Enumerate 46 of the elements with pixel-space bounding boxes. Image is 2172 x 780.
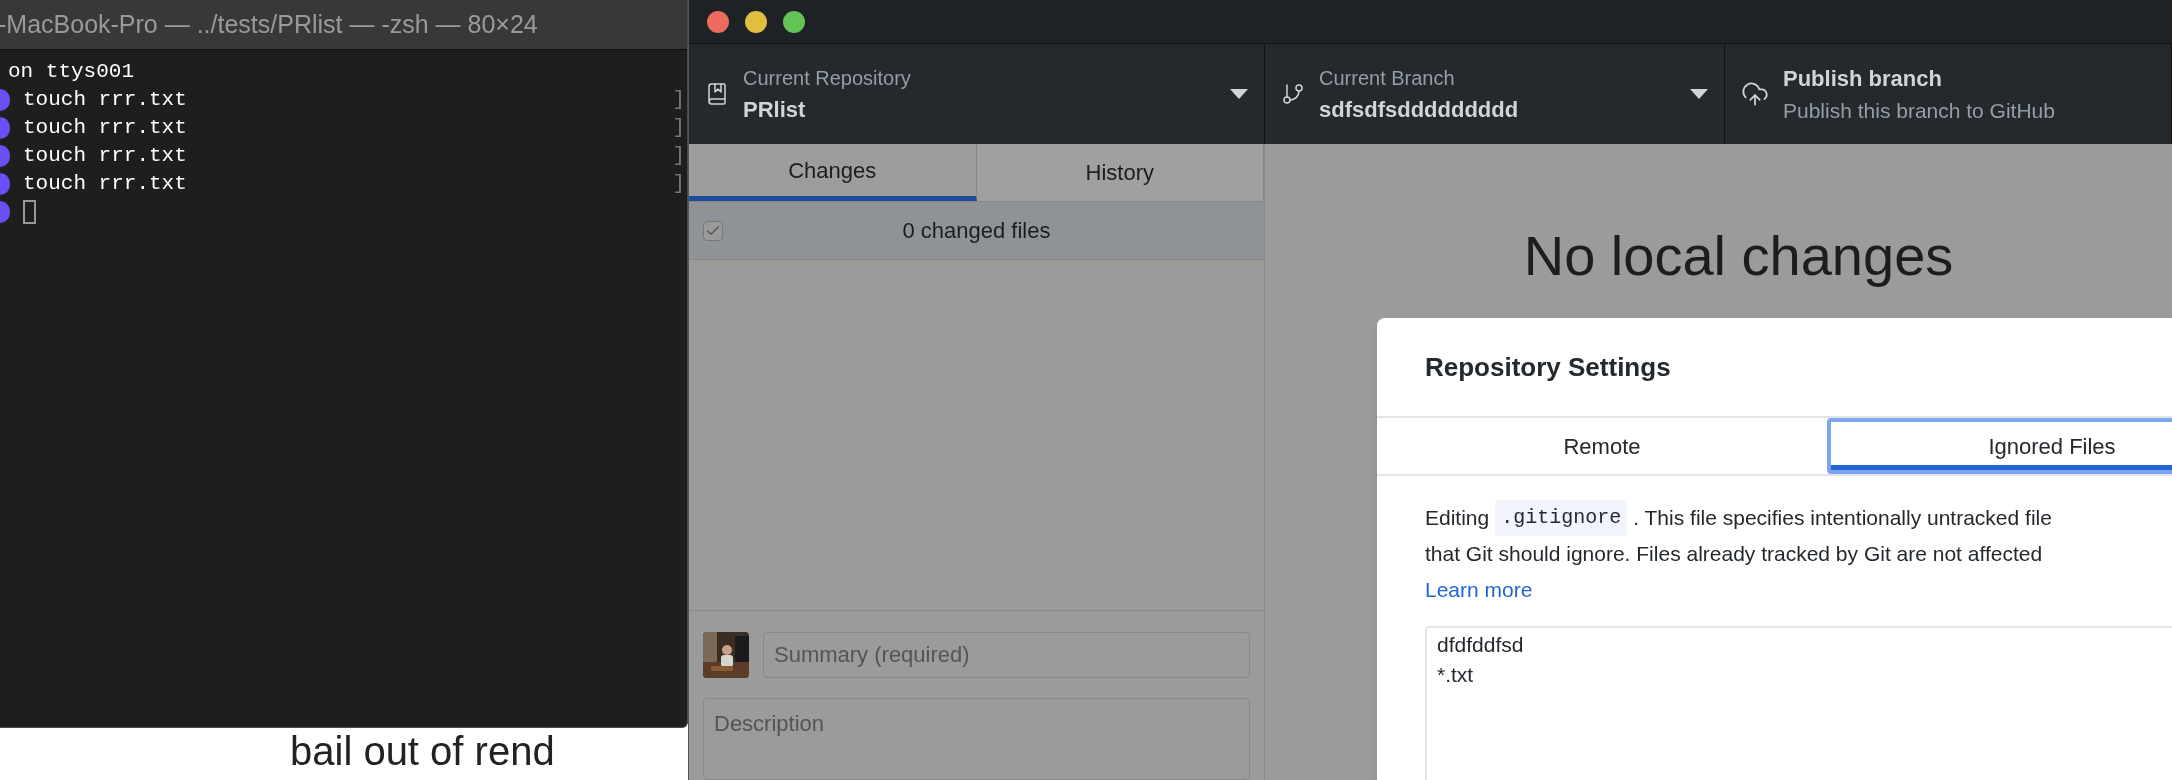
- intro-text: . This file specifies intentionally untracked file: [1633, 505, 2052, 531]
- tab[interactable]: Remote: [1377, 418, 1827, 474]
- caret-icon: [1690, 89, 1708, 99]
- summary-field[interactable]: Summary (required): [763, 632, 1250, 678]
- toolbar-label: Current Branch: [1319, 65, 1456, 91]
- tab[interactable]: Changes: [689, 144, 977, 201]
- gitignore-editor[interactable]: dfdfddfsd *.txt: [1425, 626, 2172, 780]
- prompt-icon: [0, 117, 10, 139]
- changed-files-count: 0 changed files: [901, 217, 1052, 245]
- terminal-output-line: on ttys001: [8, 59, 135, 85]
- terminal-cursor[interactable]: [23, 200, 36, 224]
- description-field[interactable]: Description: [703, 698, 1250, 780]
- terminal-right-mark: ]: [672, 87, 685, 113]
- learn-more-link[interactable]: Learn more: [1425, 572, 1533, 608]
- prompt-icon: [0, 89, 10, 111]
- terminal-command-line: touch rrr.txt: [23, 115, 187, 141]
- branch-icon: [1281, 82, 1305, 106]
- terminal-right-mark: ]: [672, 171, 685, 197]
- dialog-title: Repository Settings: [1425, 350, 1671, 384]
- toolbar-subtitle: Publish this branch to GitHub: [1783, 97, 2056, 124]
- intro-text: that Git should ignore. Files already tracked by Git are not affected: [1425, 541, 2044, 567]
- prompt-icon: [0, 201, 10, 223]
- prompt-icon: [0, 173, 10, 195]
- caret-icon: [1230, 89, 1248, 99]
- terminal-right-mark: ]: [672, 115, 685, 141]
- zoom-window-button[interactable]: [783, 10, 805, 33]
- terminal-command-line: touch rrr.txt: [23, 87, 187, 113]
- prompt-icon: [0, 145, 10, 167]
- toolbar-title: Publish branch: [1783, 64, 1943, 93]
- intro-text: Editing: [1425, 505, 1490, 531]
- tab[interactable]: Ignored Files: [1827, 418, 2172, 474]
- terminal-right-mark: ]: [672, 143, 685, 169]
- tab[interactable]: History: [976, 144, 1264, 201]
- file-name-code: .gitignore: [1495, 500, 1628, 536]
- toolbar-value: sdfsdfsddddddddd: [1319, 95, 1520, 124]
- cloud-upload-icon: [1741, 80, 1769, 108]
- close-window-button[interactable]: [707, 10, 729, 33]
- toolbar-value: PRlist: [743, 95, 807, 124]
- book-icon: [705, 82, 729, 106]
- select-all-checkbox[interactable]: [703, 220, 723, 241]
- minimize-window-button[interactable]: [745, 10, 767, 33]
- terminal-command-line: touch rrr.txt: [23, 143, 187, 169]
- toolbar-label: Current Repository: [743, 65, 912, 91]
- empty-state-heading: No local changes: [1523, 223, 1954, 289]
- backdrop-text: bail out of rend: [290, 728, 555, 774]
- terminal-command-line: touch rrr.txt: [23, 171, 187, 197]
